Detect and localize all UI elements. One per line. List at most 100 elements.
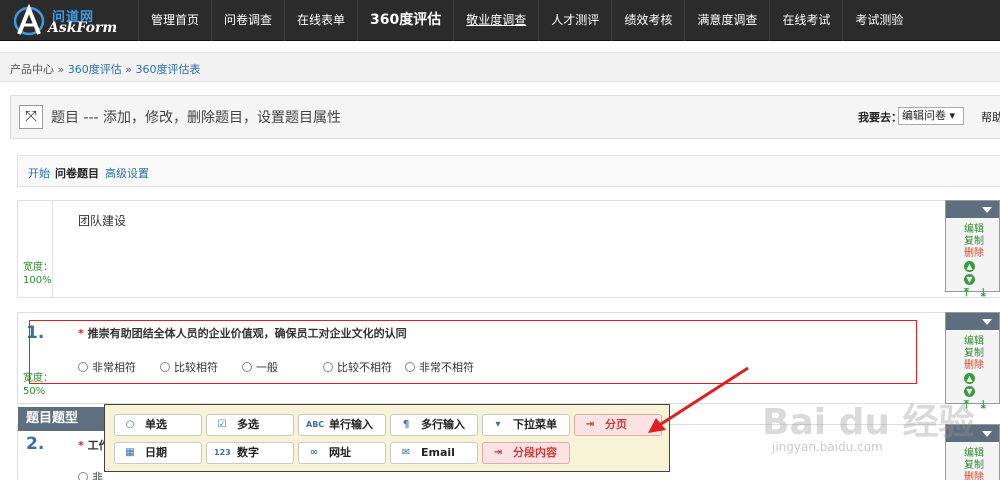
nav-item-online-form[interactable]: 在线表单 xyxy=(284,0,357,41)
goto-label: 我要去： xyxy=(858,111,902,124)
option-label: 非 xyxy=(92,471,103,480)
question-type-panel: ○ 单选 ☑ 多选 ABC 单行输入 ¶ 多行输入 ▾ 下拉菜单 ⇥ 分页 ▦ 日期 123 数… xyxy=(104,404,670,472)
questions-header: ⤧ 题目 --- 添加，修改，删除题目，设置题目属性 我要去： 编辑问卷 ▾ 帮… xyxy=(10,95,1000,139)
move-up-icon[interactable]: ▲ xyxy=(964,373,975,384)
type-button-email[interactable]: ✉ Email xyxy=(390,442,478,464)
type-button-label: 多行输入 xyxy=(421,418,465,431)
calendar-icon: ▦ xyxy=(125,447,135,458)
controls-toggle[interactable] xyxy=(946,201,999,218)
question-type-tag: 题目题型 xyxy=(18,407,116,431)
nav-item-online-exam[interactable]: 在线考试 xyxy=(769,0,842,41)
controls-toggle[interactable] xyxy=(946,313,999,330)
tab-questions[interactable]: 问卷题目 xyxy=(55,165,99,181)
email-icon: ✉ xyxy=(401,447,411,458)
checkbox-icon: ☑ xyxy=(217,419,227,430)
abc-icon: ABC xyxy=(306,420,325,429)
page-title: 题目 --- 添加，修改，删除题目，设置题目属性 xyxy=(51,110,342,126)
nav-item-talent[interactable]: 人才测评 xyxy=(538,0,611,41)
question-controls: 编辑 复制 删除 ▲▼ ⤒ ⤓ xyxy=(945,200,1000,299)
watermark-baidu: Bai du 经验 xyxy=(762,402,975,443)
nav-item-engagement[interactable]: 敬业度调查 xyxy=(453,0,538,41)
type-button-label: 分段内容 xyxy=(513,446,557,459)
radio-icon: ○ xyxy=(125,419,135,430)
goto-select[interactable]: 编辑问卷 ▾ xyxy=(898,107,964,125)
page-root: 问道网 AskForm 管理首页 问卷调查 在线表单 360度评估 敬业度调查 … xyxy=(0,0,1000,480)
breadcrumb-sep: » xyxy=(125,63,132,76)
section-icon: ⇥ xyxy=(493,447,503,458)
watermark-url: jingyan.baidu.com xyxy=(772,440,883,454)
tab-advanced[interactable]: 高级设置 xyxy=(105,165,149,181)
nav-item-satisfaction[interactable]: 满意度调查 xyxy=(684,0,769,41)
type-button-date[interactable]: ▦ 日期 xyxy=(114,442,202,464)
chevron-down-icon: ▾ xyxy=(949,109,956,122)
highlight-box xyxy=(29,320,917,384)
link-icon: ∞ xyxy=(309,447,319,458)
type-button-label: 数字 xyxy=(237,446,259,459)
type-button-single[interactable]: ○ 单选 xyxy=(114,414,202,436)
nav-item-home[interactable]: 管理首页 xyxy=(138,0,211,41)
number-icon: 123 xyxy=(214,448,231,457)
delete-link[interactable]: 删除 xyxy=(946,248,999,260)
breadcrumb-sep: » xyxy=(57,63,65,76)
breadcrumb-bar: 产品中心 » 360度评估 » 360度评估表 xyxy=(0,52,1000,82)
required-mark: * xyxy=(78,439,84,452)
move-up-icon[interactable]: ▲ xyxy=(964,261,975,272)
breadcrumb-360[interactable]: 360度评估 xyxy=(68,63,122,76)
edit-link[interactable]: 编辑 xyxy=(946,336,999,348)
edit-link[interactable]: 编辑 xyxy=(946,448,999,460)
question-number: 2. xyxy=(26,434,45,454)
type-button-label: 分页 xyxy=(605,418,627,431)
breadcrumb-360-form[interactable]: 360度评估表 xyxy=(135,63,200,76)
width-label: 宽度： xyxy=(23,262,53,273)
type-button-section[interactable]: ⇥ 分段内容 xyxy=(482,442,570,464)
nav-item-quiz[interactable]: 考试测验 xyxy=(842,0,915,41)
type-button-multi-line[interactable]: ¶ 多行输入 xyxy=(390,414,478,436)
group-title: 团队建设 xyxy=(78,214,127,228)
nav-item-survey[interactable]: 问卷调查 xyxy=(211,0,284,41)
logo-a-icon xyxy=(14,4,45,36)
breadcrumb-home: 产品中心 xyxy=(10,63,54,76)
multiline-icon: ¶ xyxy=(402,419,410,430)
expand-icon[interactable]: ⤧ xyxy=(19,105,43,129)
tab-start[interactable]: 开始 xyxy=(28,165,50,181)
type-button-label: 单行输入 xyxy=(329,418,373,431)
annotation-arrow-icon xyxy=(648,366,749,433)
type-button-label: 日期 xyxy=(145,446,167,459)
option-radio[interactable]: 非 xyxy=(78,469,103,480)
main-nav: 管理首页 问卷调查 在线表单 360度评估 敬业度调查 人才测评 绩效考核 满意… xyxy=(138,0,915,41)
nav-item-performance[interactable]: 绩效考核 xyxy=(611,0,684,41)
type-button-single-line[interactable]: ABC 单行输入 xyxy=(298,414,386,436)
goto-select-value: 编辑问卷 xyxy=(902,109,946,122)
type-button-multi[interactable]: ☑ 多选 xyxy=(206,414,294,436)
move-top-icon[interactable]: ⤒ xyxy=(964,286,969,299)
delete-link[interactable]: 删除 xyxy=(946,360,999,372)
move-bottom-icon[interactable]: ⤓ xyxy=(981,398,986,411)
logo-en-text: AskForm xyxy=(48,20,118,36)
move-controls: ▲▼ xyxy=(946,260,999,286)
type-button-label: 单选 xyxy=(145,418,167,431)
move-down-icon[interactable]: ▼ xyxy=(964,274,975,285)
copy-link[interactable]: 复制 xyxy=(946,460,999,472)
move-bottom-icon[interactable]: ⤓ xyxy=(981,286,986,299)
askform-logo[interactable]: 问道网 AskForm xyxy=(14,4,126,37)
edit-link[interactable]: 编辑 xyxy=(946,224,999,236)
type-button-label: 下拉菜单 xyxy=(513,418,557,431)
copy-link[interactable]: 复制 xyxy=(946,236,999,248)
copy-link[interactable]: 复制 xyxy=(946,348,999,360)
editor-tabs: 开始 问卷题目 高级设置 xyxy=(17,155,1000,187)
top-navbar: 问道网 AskForm 管理首页 问卷调查 在线表单 360度评估 敬业度调查 … xyxy=(0,0,1000,41)
page-break-icon: ⇥ xyxy=(585,419,595,430)
nav-item-360[interactable]: 360度评估 xyxy=(357,0,453,41)
breadcrumb: 产品中心 » 360度评估 » 360度评估表 xyxy=(10,61,200,77)
width-value: 50% xyxy=(23,386,46,397)
dropdown-icon: ▾ xyxy=(495,419,501,430)
question-controls: 编辑 复制 删除 ▲▼ ⤒ ⤓ xyxy=(945,312,1000,411)
type-button-number[interactable]: 123 数字 xyxy=(206,442,294,464)
help-link[interactable]: 帮助 xyxy=(981,109,1000,125)
type-button-dropdown[interactable]: ▾ 下拉菜单 xyxy=(482,414,570,436)
type-button-label: Email xyxy=(421,446,455,459)
delete-link[interactable]: 删除 xyxy=(946,472,999,480)
type-button-label: 网址 xyxy=(329,446,351,459)
type-button-url[interactable]: ∞ 网址 xyxy=(298,442,386,464)
move-edge-controls: ⤒ ⤓ xyxy=(946,286,999,300)
